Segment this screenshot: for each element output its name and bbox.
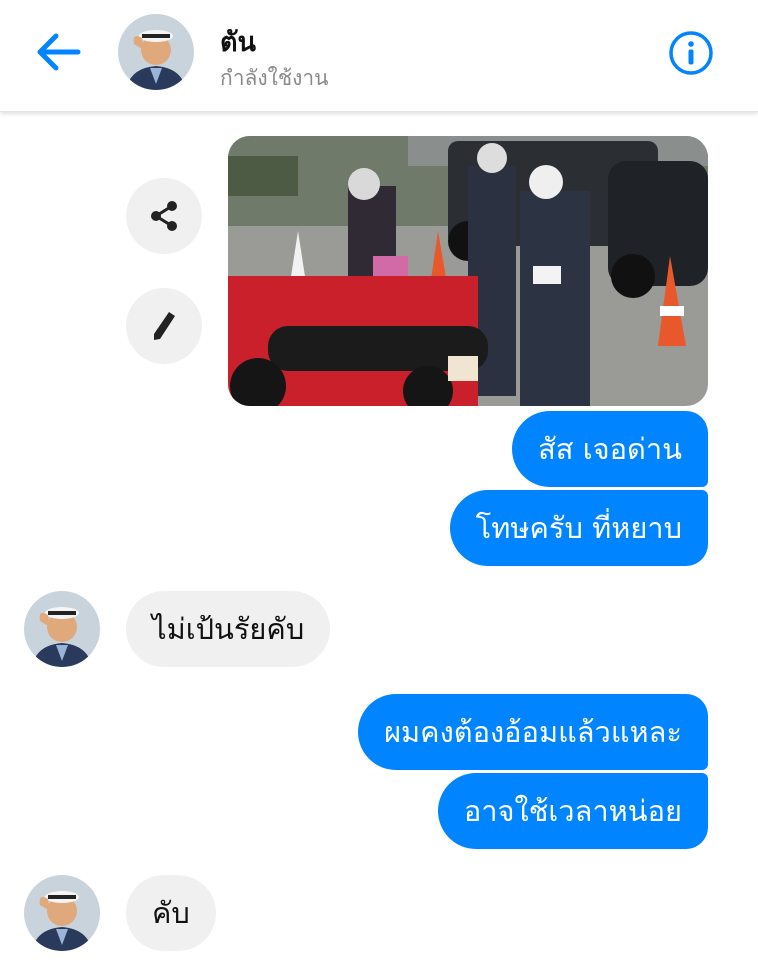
contact-avatar[interactable] xyxy=(118,14,194,90)
outgoing-message[interactable]: โทษครับ ที่หยาบ xyxy=(449,490,708,566)
photo-message[interactable] xyxy=(228,136,708,406)
edit-button[interactable] xyxy=(126,288,202,364)
info-button[interactable] xyxy=(668,30,714,76)
contact-name[interactable]: ตัน xyxy=(220,20,256,63)
outgoing-message[interactable]: อาจใช้เวลาหน่อย xyxy=(437,773,708,849)
outgoing-message[interactable]: ผมคงต้องอ้อมแล้วแหละ xyxy=(358,694,708,770)
contact-status: กำลังใช้งาน xyxy=(220,66,329,90)
back-button[interactable] xyxy=(30,28,86,76)
info-icon xyxy=(669,31,713,75)
contact-avatar[interactable] xyxy=(24,875,100,951)
arrow-left-icon xyxy=(37,33,81,71)
incoming-message[interactable]: คับ xyxy=(126,875,216,951)
contact-avatar[interactable] xyxy=(24,591,100,667)
chat-header: ตัน กำลังใช้งาน xyxy=(0,0,758,112)
incoming-message[interactable]: ไม่เป้นรัยคับ xyxy=(126,591,331,667)
share-icon xyxy=(151,201,177,231)
outgoing-message[interactable]: สัส เจอด่าน xyxy=(512,411,708,487)
share-button[interactable] xyxy=(126,178,202,254)
pencil-icon xyxy=(154,312,175,340)
